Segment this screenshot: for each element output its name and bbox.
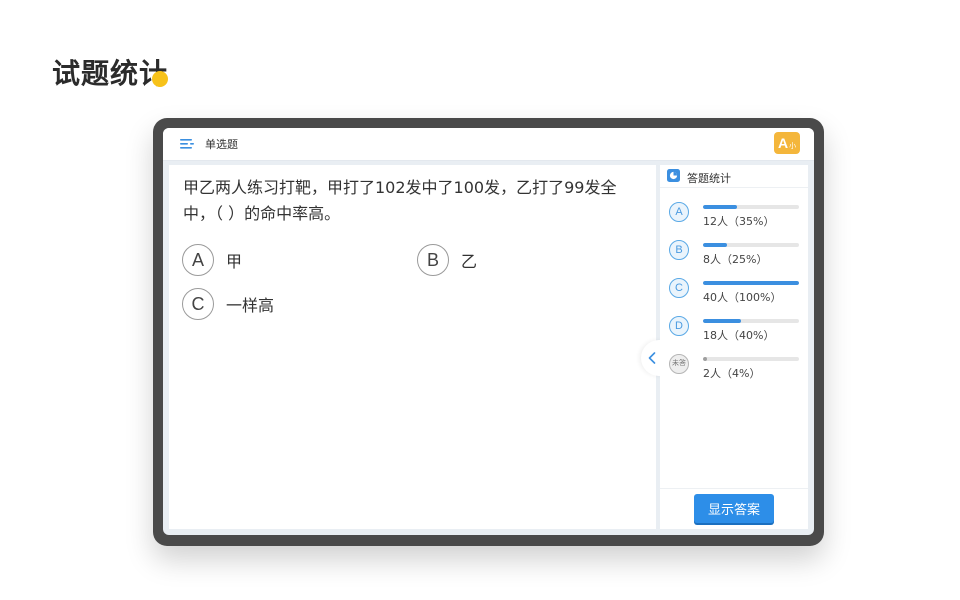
stat-count-label: 12人（35%） bbox=[703, 215, 775, 228]
stat-row-unanswered: 未答 2人（4%） bbox=[660, 352, 808, 386]
stat-bar-fill bbox=[703, 319, 742, 323]
stat-bar-fill bbox=[703, 205, 737, 209]
stat-option-badge: 未答 bbox=[669, 354, 689, 374]
option-letter: B bbox=[417, 244, 449, 276]
option-letter: A bbox=[182, 244, 214, 276]
stat-row-a: A 12人（35%） bbox=[660, 200, 808, 234]
stat-option-badge: D bbox=[669, 316, 689, 336]
stats-title: 答题统计 bbox=[687, 172, 731, 185]
stat-bar-track bbox=[703, 357, 799, 361]
stat-bar-fill bbox=[703, 357, 707, 361]
title-dot-decoration bbox=[152, 71, 168, 87]
stat-count-label: 8人（25%） bbox=[703, 253, 768, 266]
top-bar: 单选题 A小 bbox=[163, 128, 814, 161]
option-letter: C bbox=[182, 288, 214, 320]
option-text: 乙 bbox=[461, 252, 478, 271]
option-a[interactable]: A 甲 bbox=[182, 244, 242, 276]
stat-bar-fill bbox=[703, 281, 799, 285]
option-text: 一样高 bbox=[226, 296, 275, 315]
answer-stats-panel: 答题统计 A 12人（35%） B 8人（25%） C 40人（100%） D … bbox=[660, 165, 808, 529]
page-title: 试题统计 bbox=[52, 57, 169, 90]
stat-bar-track bbox=[703, 243, 799, 247]
stat-option-badge: C bbox=[669, 278, 689, 298]
show-answer-button[interactable]: 显示答案 bbox=[694, 494, 774, 523]
stats-header: 答题统计 bbox=[660, 165, 808, 188]
stat-bar-track bbox=[703, 319, 799, 323]
stat-bar-track bbox=[703, 281, 799, 285]
option-b[interactable]: B 乙 bbox=[417, 244, 477, 276]
stat-option-badge: A bbox=[669, 202, 689, 222]
font-size-sub: 小 bbox=[789, 143, 797, 150]
stat-count-label: 40人（100%） bbox=[703, 291, 782, 304]
stat-row-c: C 40人（100%） bbox=[660, 276, 808, 310]
stat-count-label: 2人（4%） bbox=[703, 367, 761, 380]
stat-row-b: B 8人（25%） bbox=[660, 238, 808, 272]
stats-footer: 显示答案 bbox=[660, 488, 808, 529]
question-text: 甲乙两人练习打靶，甲打了102发中了100发，乙打了99发全中，（ ）的命中率高… bbox=[183, 178, 617, 223]
tablet-screen: 单选题 A小 甲乙两人练习打靶，甲打了102发中了100发，乙打了99发全中，（… bbox=[163, 128, 814, 535]
stat-option-badge: B bbox=[669, 240, 689, 260]
stat-bar-track bbox=[703, 205, 799, 209]
question-panel: 甲乙两人练习打靶，甲打了102发中了100发，乙打了99发全中，（ ）的命中率高… bbox=[169, 165, 656, 529]
option-text: 甲 bbox=[226, 252, 243, 271]
list-icon[interactable] bbox=[180, 137, 194, 151]
question-type-label: 单选题 bbox=[205, 138, 238, 151]
font-size-letter: A bbox=[778, 135, 789, 151]
stat-row-d: D 18人（40%） bbox=[660, 314, 808, 348]
chevron-left-icon bbox=[648, 352, 656, 364]
tablet-frame: 单选题 A小 甲乙两人练习打靶，甲打了102发中了100发，乙打了99发全中，（… bbox=[153, 118, 824, 546]
option-c[interactable]: C 一样高 bbox=[182, 288, 274, 320]
stat-bar-fill bbox=[703, 243, 727, 247]
stat-count-label: 18人（40%） bbox=[703, 329, 775, 342]
pie-chart-icon bbox=[667, 169, 680, 182]
font-size-button[interactable]: A小 bbox=[774, 132, 800, 154]
